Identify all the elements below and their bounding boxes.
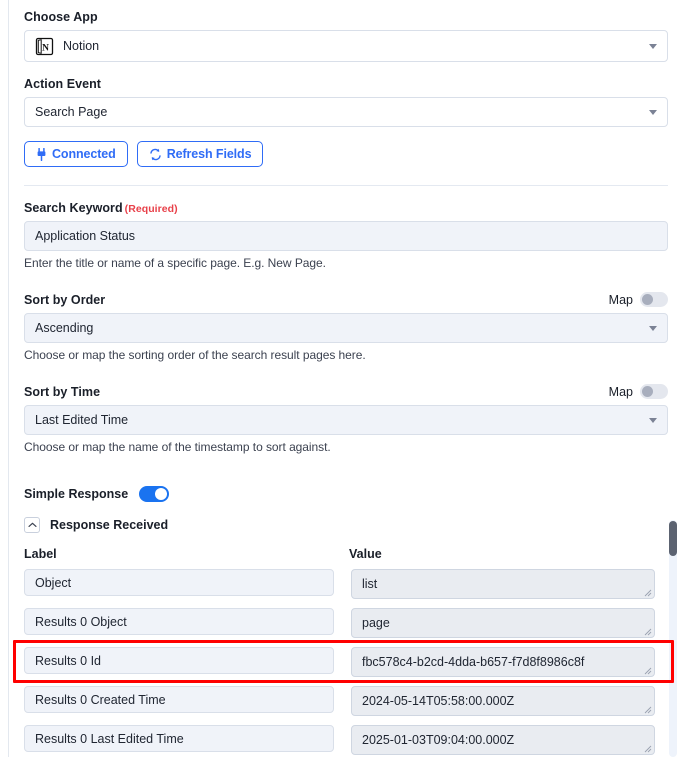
resize-handle-icon[interactable]	[644, 745, 652, 753]
simple-response-label: Simple Response	[24, 487, 129, 501]
row-label-text: Results 0 Object	[35, 614, 127, 629]
chevron-down-icon[interactable]	[649, 110, 657, 115]
config-content: Choose App N Notion Action Event Search …	[9, 0, 680, 757]
sort-by-time-label: Sort by Time	[24, 384, 101, 399]
connected-button-label: Connected	[52, 147, 116, 161]
choose-app-label: Choose App	[24, 10, 98, 24]
sort-by-time-help: Choose or map the name of the timestamp …	[24, 440, 331, 454]
action-config-panel: Choose App N Notion Action Event Search …	[0, 0, 680, 757]
row-value-text: list	[362, 577, 378, 591]
resize-handle-icon[interactable]	[644, 706, 652, 714]
row-label-text: Results 0 Last Edited Time	[35, 731, 184, 746]
row-value-text: 2024-05-14T05:58:00.000Z	[362, 694, 515, 708]
simple-response-toggle[interactable]	[139, 486, 170, 502]
resize-handle-icon[interactable]	[644, 589, 652, 597]
simple-response-row: Simple Response	[24, 486, 668, 502]
sort-by-order-label: Sort by Order	[24, 292, 106, 307]
sort-by-time-header: Sort by Time Map	[24, 384, 668, 399]
sort-by-order-map-toggle[interactable]	[640, 292, 668, 307]
row-label-input[interactable]: Results 0 Last Edited Time	[24, 725, 334, 752]
table-row: Results 0 Object page	[24, 608, 668, 638]
column-header-label: Label	[24, 547, 57, 561]
row-value-text: page	[362, 616, 390, 630]
action-event-label: Action Event	[24, 77, 101, 91]
row-value-textarea[interactable]: 2025-01-03T09:04:00.000Z	[351, 725, 655, 755]
response-table-body: Object list Results 0 Object page Results 0 …	[24, 569, 668, 755]
required-marker: (Required)	[124, 203, 178, 215]
search-keyword-label-text: Search Keyword	[24, 201, 123, 215]
sort-by-time-map-control: Map	[609, 384, 668, 399]
svg-text:N: N	[42, 43, 49, 53]
plug-icon	[36, 147, 47, 161]
response-scrollbar-thumb[interactable]	[669, 521, 677, 556]
row-value-text: fbc578c4-b2cd-4dda-b657-f7d8f8986c8f	[362, 655, 585, 669]
sort-by-order-header: Sort by Order Map	[24, 292, 668, 307]
choose-app-select[interactable]: N Notion	[24, 30, 668, 62]
connection-buttons: Connected Refresh Fields	[24, 141, 668, 167]
sort-by-order-value: Ascending	[35, 320, 94, 335]
search-keyword-label: Search Keyword (Required)	[24, 201, 668, 215]
action-event-select[interactable]: Search Page	[24, 97, 668, 127]
sort-by-time-select[interactable]: Last Edited Time	[24, 405, 668, 435]
table-row: Results 0 Id fbc578c4-b2cd-4dda-b657-f7d8…	[24, 647, 668, 677]
chevron-down-icon[interactable]	[649, 326, 657, 331]
row-label-text: Results 0 Id	[35, 653, 102, 668]
refresh-icon	[149, 148, 162, 161]
row-value-textarea[interactable]: fbc578c4-b2cd-4dda-b657-f7d8f8986c8f	[351, 647, 655, 677]
chevron-down-icon[interactable]	[649, 44, 657, 49]
search-keyword-help: Enter the title or name of a specific pa…	[24, 256, 326, 270]
row-label-text: Object	[35, 575, 72, 590]
refresh-fields-button-label: Refresh Fields	[166, 147, 252, 161]
row-value-text: 2025-01-03T09:04:00.000Z	[362, 733, 515, 747]
sort-by-order-select[interactable]: Ascending	[24, 313, 668, 343]
connected-button[interactable]: Connected	[24, 141, 128, 167]
chevron-up-icon[interactable]	[24, 517, 40, 533]
search-keyword-input[interactable]: Application Status	[24, 221, 668, 251]
row-label-input[interactable]: Object	[24, 569, 334, 596]
response-received-label: Response Received	[50, 518, 169, 532]
chevron-down-icon[interactable]	[649, 418, 657, 423]
map-label: Map	[608, 292, 633, 307]
sort-by-time-map-toggle[interactable]	[640, 384, 668, 399]
sort-by-order-help: Choose or map the sorting order of the s…	[24, 348, 366, 362]
sort-by-order-map-control: Map	[609, 292, 668, 307]
row-value-textarea[interactable]: list	[351, 569, 655, 599]
table-row: Results 0 Created Time 2024-05-14T05:58:0…	[24, 686, 668, 716]
table-row: Results 0 Last Edited Time 2025-01-03T09:…	[24, 725, 668, 755]
row-value-textarea[interactable]: 2024-05-14T05:58:00.000Z	[351, 686, 655, 716]
action-event-value: Search Page	[35, 104, 108, 119]
sort-by-time-value: Last Edited Time	[35, 412, 129, 427]
row-label-input[interactable]: Results 0 Object	[24, 608, 334, 635]
row-label-input[interactable]: Results 0 Id	[24, 647, 334, 674]
resize-handle-icon[interactable]	[644, 628, 652, 636]
column-header-value: Value	[349, 547, 382, 561]
notion-logo-icon: N	[35, 37, 54, 56]
row-label-input[interactable]: Results 0 Created Time	[24, 686, 334, 713]
response-received-header[interactable]: Response Received	[24, 517, 668, 533]
map-label: Map	[608, 384, 633, 399]
row-value-textarea[interactable]: page	[351, 608, 655, 638]
choose-app-value: Notion	[63, 38, 100, 53]
table-row: Object list	[24, 569, 668, 599]
refresh-fields-button[interactable]: Refresh Fields	[136, 141, 264, 167]
resize-handle-icon[interactable]	[644, 667, 652, 675]
response-table-header: Label Value	[24, 547, 668, 561]
search-keyword-value: Application Status	[35, 228, 136, 243]
row-label-text: Results 0 Created Time	[35, 692, 166, 707]
